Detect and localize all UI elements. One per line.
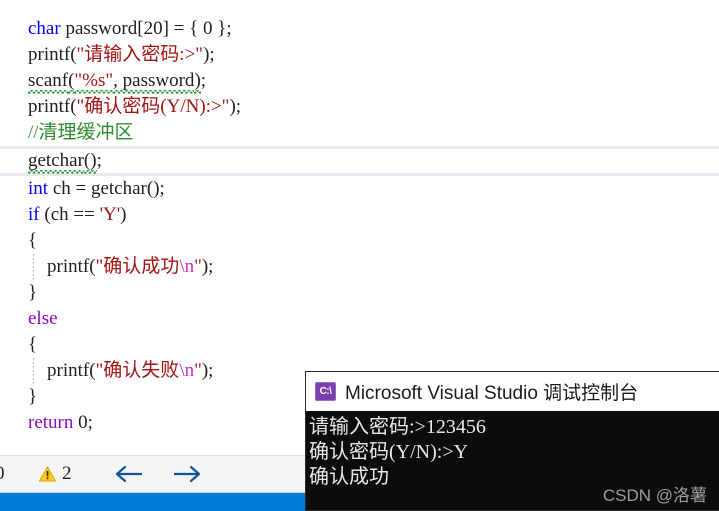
code-token: "确认密码(Y/N):>" [76, 96, 230, 117]
code-token: char [28, 18, 61, 39]
code-token: ); [201, 360, 214, 381]
code-line[interactable]: printf("确认成功\n"); [0, 254, 719, 280]
warning-count: 2 [62, 463, 72, 484]
code-token: printf [47, 360, 90, 381]
code-token: = [70, 178, 91, 199]
console-output-area[interactable]: 请输入密码:>123456 确认密码(Y/N):>Y 确认成功 CSDN @洛薯 [306, 411, 719, 510]
code-token: { [28, 334, 38, 355]
code-token: int [28, 178, 49, 199]
code-token: getchar [28, 150, 84, 174]
code-token: "确认成功 [95, 256, 180, 277]
csdn-watermark: CSDN @洛薯 [602, 486, 707, 505]
error-count: 0 [0, 463, 17, 485]
code-token: "请输入密码:>" [76, 44, 204, 65]
debug-console-window[interactable]: C:\ Microsoft Visual Studio 调试控制台 请输入密码:… [305, 371, 719, 511]
code-token: ); [203, 44, 215, 65]
code-line[interactable]: int ch = getchar(); [0, 176, 719, 202]
console-title-bar[interactable]: C:\ Microsoft Visual Studio 调试控制台 [306, 372, 719, 411]
code-token: "%s" [74, 70, 114, 94]
code-token: (); [146, 178, 165, 199]
code-token: 20 [143, 18, 163, 39]
code-token: ( [39, 204, 51, 225]
code-token: printf [28, 96, 71, 117]
code-token: \n [179, 256, 195, 277]
code-token: \n [179, 360, 195, 381]
code-token: ; [200, 70, 207, 91]
warning-indicator[interactable]: 2 [39, 463, 72, 485]
code-line[interactable]: if (ch == 'Y') [0, 202, 719, 228]
code-token: scanf [28, 70, 69, 94]
code-token: getchar [90, 178, 147, 199]
code-token: password [65, 18, 138, 39]
code-line[interactable]: printf("确认密码(Y/N):>"); [0, 94, 719, 120]
code-token: = { [168, 18, 203, 39]
code-token: ); [229, 96, 242, 117]
code-line[interactable]: else [0, 306, 719, 332]
code-token: 'Y' [99, 204, 121, 225]
code-line[interactable]: //清理缓冲区 [0, 120, 719, 146]
code-line[interactable]: { [0, 332, 719, 358]
code-token: ch [50, 204, 69, 225]
code-token: password [122, 70, 195, 94]
code-token: ); [201, 256, 214, 277]
code-token: printf [28, 44, 71, 65]
code-token: { [28, 230, 38, 251]
code-token: return [28, 412, 74, 433]
arrow-right-icon[interactable] [172, 464, 202, 484]
code-token: ) [120, 204, 127, 225]
code-token: " [194, 256, 202, 277]
code-token: printf [47, 256, 90, 277]
code-line[interactable]: scanf("%s", password); [0, 68, 719, 94]
cmd-console-icon: C:\ [315, 382, 336, 401]
code-token: //清理缓冲区 [28, 122, 134, 143]
code-token: ; [87, 412, 93, 433]
warning-triangle-icon [39, 466, 56, 482]
code-token: ; [96, 150, 102, 171]
code-line[interactable]: getchar(); [0, 146, 719, 176]
console-lines-container: 请输入密码:>123456 确认密码(Y/N):>Y 确认成功 [307, 415, 719, 490]
console-line: 确认密码(Y/N):>Y [309, 441, 469, 463]
code-token: else [28, 308, 58, 329]
code-token: }; [212, 18, 232, 39]
code-token: () [83, 150, 97, 174]
code-token: if [28, 204, 40, 225]
code-line[interactable]: char password[20] = { 0 }; [0, 16, 719, 42]
code-token: " [194, 360, 202, 381]
code-token: } [28, 386, 38, 407]
code-token: 0 [78, 412, 88, 433]
code-line[interactable]: } [0, 280, 719, 306]
code-token: "确认失败 [95, 360, 180, 381]
navigation-arrows [114, 464, 202, 484]
code-token: } [28, 282, 38, 303]
arrow-left-icon[interactable] [114, 464, 144, 484]
console-title: Microsoft Visual Studio 调试控制台 [345, 383, 639, 404]
code-token: ch [52, 178, 71, 199]
code-line[interactable]: printf("请输入密码:>"); [0, 42, 719, 68]
code-token: == [68, 204, 100, 225]
console-line: 请输入密码:>123456 [309, 416, 486, 438]
code-token: , [113, 70, 123, 94]
code-line[interactable]: { [0, 228, 719, 254]
